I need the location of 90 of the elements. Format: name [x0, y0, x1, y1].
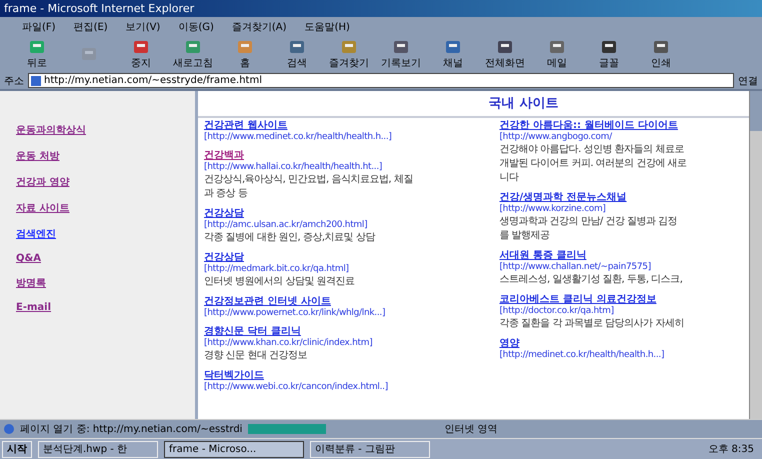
site-link[interactable]: 건강상담	[204, 250, 494, 264]
toolbar-button[interactable]: 채널	[430, 38, 476, 70]
url-link[interactable]: [http://medmark.bit.co.kr/qa.html]	[204, 264, 494, 274]
section-heading: 국내 사이트	[198, 91, 749, 118]
nav-link[interactable]: 검색엔진	[16, 227, 195, 241]
toolbar-button[interactable]: 메일	[534, 38, 580, 70]
toolbar-button[interactable]: 중지	[118, 38, 164, 70]
taskbar-button[interactable]: frame - Microso...	[164, 440, 304, 458]
url-link[interactable]: [http://www.korzine.com]	[499, 204, 749, 214]
toolbar-icon	[79, 45, 99, 63]
toolbar-button[interactable]: 홈	[222, 38, 268, 70]
menu-item[interactable]: 편집(E)	[74, 20, 108, 34]
menu-item[interactable]: 즐겨찾기(A)	[232, 20, 287, 34]
toolbar-icon	[495, 38, 515, 56]
toolbar-icon	[651, 38, 671, 56]
toolbar-icon	[287, 38, 307, 56]
site-link[interactable]: 닥터벡가이드	[204, 368, 494, 382]
site-description: 과 증상 등	[204, 187, 248, 200]
site-description: 건강상식,육아상식, 민간요법, 음식치료요법, 체질	[204, 173, 414, 186]
url-link[interactable]: [http://www.angbogo.com/	[499, 132, 749, 142]
taskbar-button[interactable]: 분석단계.hwp - 한	[38, 440, 158, 458]
start-button[interactable]: 시작	[2, 440, 32, 458]
site-description: 니다	[499, 171, 520, 184]
nav-link[interactable]: Q&A	[16, 253, 195, 264]
url-link[interactable]: [http://www.medinet.co.kr/health/health.h...]	[204, 132, 494, 142]
toolbar-button[interactable]: 전체화면	[482, 38, 528, 70]
site-link[interactable]: 건강/생명과학 전문뉴스채널	[499, 190, 749, 204]
toolbar-icon	[443, 38, 463, 56]
window-title: frame - Microsoft Internet Explorer	[0, 0, 762, 17]
nav-link[interactable]: 건강과 영양	[16, 175, 195, 189]
zone-text: 인터넷 영역	[444, 423, 498, 436]
site-link[interactable]: 경향신문 닥터 클리닉	[204, 324, 494, 338]
site-link[interactable]: 서대원 통증 클리닉	[499, 248, 749, 262]
toolbar-button[interactable]: 기록보기	[378, 38, 424, 70]
url-link[interactable]: [http://www.hallai.co.kr/health/health.ht...]	[204, 162, 494, 172]
nav-link[interactable]: E-mail	[16, 302, 195, 313]
status-text: 페이지 열기 중: http://my.netian.com/~esstrdi	[20, 423, 242, 436]
toolbar-icon	[131, 38, 151, 56]
nav-link[interactable]: 방명록	[16, 276, 195, 290]
toolbar-button[interactable]: 인쇄	[638, 38, 684, 70]
site-description: 각종 질병에 대한 원인, 증상,치료및 상담	[204, 231, 376, 244]
site-link[interactable]: 건강백과	[204, 148, 494, 162]
site-link[interactable]: 영양	[499, 336, 749, 350]
clock: 오후 8:35	[708, 443, 755, 456]
url-link[interactable]: [http://www.challan.net/~pain7575]	[499, 262, 749, 272]
go-button[interactable]: 연결	[738, 74, 758, 88]
site-description: 경향 신문 현대 건강정보	[204, 349, 308, 362]
toolbar-icon	[599, 38, 619, 56]
toolbar-icon	[235, 38, 255, 56]
site-description: 를 발행제공	[499, 229, 551, 242]
menu-item[interactable]: 보기(V)	[126, 20, 160, 34]
nav-link[interactable]: 자료 사이트	[16, 201, 195, 215]
site-description: 건강해야 아름답다. 성인병 환자들의 체료로	[499, 143, 685, 156]
toolbar-icon	[547, 38, 567, 56]
address-field[interactable]: http://my.netian.com/~esstryde/frame.html	[28, 73, 734, 88]
taskbar-button[interactable]: 이력분류 - 그림판	[310, 440, 430, 458]
site-description: 개발된 다이어트 커피. 여러분의 건강에 새로	[499, 157, 688, 170]
scrollbar[interactable]	[749, 91, 762, 419]
toolbar-button[interactable]: 글꼴	[586, 38, 632, 70]
page-icon	[31, 76, 41, 86]
toolbar-button[interactable]: 뒤로	[14, 38, 60, 70]
url-link[interactable]: [http://www.webi.co.kr/cancon/index.html..]	[204, 382, 494, 392]
site-link[interactable]: 건강관련 웹사이트	[204, 118, 494, 132]
site-description: 스트레스성, 일생활기성 질환, 두통, 디스크,	[499, 273, 684, 286]
url-link[interactable]: [http://www.powernet.co.kr/link/whlg/lnk...]	[204, 308, 494, 318]
page-icon	[4, 424, 14, 434]
toolbar-icon	[339, 38, 359, 56]
menu-item[interactable]: 도움말(H)	[304, 20, 350, 34]
toolbar-button[interactable]: 새로고침	[170, 38, 216, 70]
site-description: 생명과학과 건강의 만남/ 건강 질병과 김정	[499, 215, 678, 228]
toolbar-icon	[27, 38, 47, 56]
toolbar-icon	[391, 38, 411, 56]
menu-item[interactable]: 파일(F)	[22, 20, 56, 34]
url-link[interactable]: [http://amc.ulsan.ac.kr/amch200.html]	[204, 220, 494, 230]
toolbar-button[interactable]: 검색	[274, 38, 320, 70]
url-link[interactable]: [http://www.khan.co.kr/clinic/index.htm]	[204, 338, 494, 348]
site-description: 인터넷 병원에서의 상담및 원격진료	[204, 275, 356, 288]
site-link[interactable]: 건강정보관련 인터넷 사이트	[204, 294, 494, 308]
nav-link[interactable]: 운동과의학상식	[16, 123, 195, 137]
menu-item[interactable]: 이동(G)	[178, 20, 214, 34]
address-label: 주소	[4, 74, 24, 88]
toolbar-button[interactable]: 즐겨찾기	[326, 38, 372, 70]
site-link[interactable]: 건강한 아름다움:: 월터베이드 다이어트	[499, 118, 749, 132]
url-link[interactable]: [http://doctor.co.kr/qa.htm]	[499, 306, 749, 316]
url-link[interactable]: [http://medinet.co.kr/health/health.h...]	[499, 350, 749, 360]
site-link[interactable]: 코리아베스트 클리닉 의료건강정보	[499, 292, 749, 306]
toolbar-icon	[183, 38, 203, 56]
site-link[interactable]: 건강상담	[204, 206, 494, 220]
site-description: 각종 질환을 각 과목별로 담당의사가 자세히	[499, 317, 685, 330]
nav-link[interactable]: 운동 처방	[16, 149, 195, 163]
